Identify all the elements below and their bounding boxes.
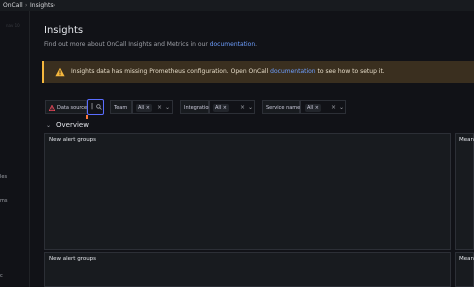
panel-title: New alert groups [49,256,97,262]
panel-new-alert-groups-2: New alert groups [44,252,451,287]
page-description: Find out more about OnCall Insights and … [44,40,257,49]
chevron-down-icon[interactable]: ⌄ [248,104,253,112]
breadcrumb-insights[interactable]: Insights [30,0,53,11]
service-name-chip: All × [305,104,321,112]
warning-text-suffix: to see how to setup it. [315,68,385,75]
warning-text: Insights data has missing Prometheus con… [71,61,385,83]
page-title: Insights [44,25,84,36]
panel-title: New alert groups [49,137,97,143]
data-source-label: Data source [45,100,87,114]
team-select[interactable]: All × × ⌄ [132,100,173,114]
warning-text-prefix: Insights data has missing Prometheus con… [71,68,271,75]
integration-label: Integration [180,100,212,114]
data-source-label-text: Data source [57,105,88,111]
sidebar-item-ms[interactable]: ms [0,198,7,204]
clear-icon[interactable]: × [240,104,245,112]
integration-select[interactable]: All × × ⌄ [209,100,255,114]
error-indicator [86,115,88,119]
data-source-select[interactable]: | [87,99,104,115]
sidebar: nav 10 les ms c [0,11,30,287]
team-label: Team [110,100,132,114]
sidebar-item-les[interactable]: les [0,174,7,180]
panel-title: Mean [459,256,474,262]
panel-mean-2: Mean [455,252,474,287]
panel-new-alert-groups: New alert groups [44,133,451,250]
chip-remove-icon[interactable]: × [223,105,227,111]
service-name-label: Service name [262,100,300,114]
warning-banner: Insights data has missing Prometheus con… [42,61,474,83]
collapse-chevron-icon[interactable]: ⌄ [46,121,51,130]
breadcrumb-separator-icon: › [25,2,28,9]
integration-chip: All × [213,104,229,112]
service-name-select[interactable]: All × × ⌄ [300,100,346,114]
description-suffix: . [255,41,258,48]
breadcrumb-oncall[interactable]: OnCall [3,0,23,11]
search-icon [96,104,102,110]
sidebar-faint-text: nav 10 [6,23,20,28]
team-chip-label: All [138,105,145,111]
error-warning-icon [49,105,55,111]
clear-icon[interactable]: × [157,104,162,112]
service-name-chip-label: All [307,105,314,111]
description-text: Find out more about OnCall Insights and … [44,41,210,48]
top-bar: OnCall › Insights › [0,0,474,11]
warning-icon [55,67,65,77]
clear-icon[interactable]: × [331,104,336,112]
data-source-cursor: | [91,103,94,110]
documentation-link[interactable]: documentation [210,41,255,48]
chevron-down-icon[interactable]: ⌄ [165,104,170,112]
panel-title: Mean [459,137,474,143]
sidebar-item-c[interactable]: c [0,273,3,279]
team-chip: All × [136,104,152,112]
breadcrumb-separator-icon: › [53,2,56,9]
panel-mean: Mean [455,133,474,250]
chevron-down-icon[interactable]: ⌄ [339,104,344,112]
integration-chip-label: All [215,105,222,111]
chip-remove-icon[interactable]: × [315,105,319,111]
warning-documentation-link[interactable]: documentation [270,68,315,75]
chip-remove-icon[interactable]: × [146,105,150,111]
section-title[interactable]: Overview [56,121,89,130]
